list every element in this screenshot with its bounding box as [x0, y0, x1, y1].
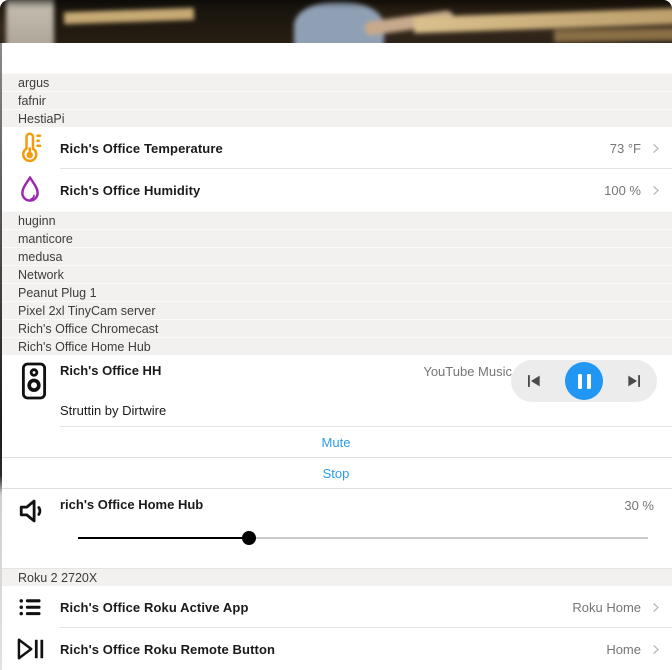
media-player-title: Rich's Office HH — [60, 363, 161, 378]
mute-label: Mute — [322, 435, 351, 450]
humidity-droplet-icon — [0, 174, 60, 206]
thermometer-icon — [0, 131, 60, 165]
entity-title: Rich's Office Temperature — [60, 141, 610, 156]
roku-active-app-value: Roku Home — [572, 600, 641, 615]
temperature-value: 73 °F — [610, 141, 641, 156]
skip-previous-button[interactable] — [523, 371, 543, 391]
entity-row-temperature[interactable]: Rich's Office Temperature 73 °F — [0, 127, 672, 169]
camera-image — [0, 0, 672, 43]
volume-slider-thumb[interactable] — [242, 531, 256, 545]
spacer — [0, 43, 672, 73]
skip-next-button[interactable] — [625, 371, 645, 391]
volume-slider[interactable] — [78, 531, 648, 545]
chevron-right-icon — [648, 600, 663, 615]
entity-title: Rich's Office Roku Remote Button — [60, 642, 606, 657]
mute-button[interactable]: Mute — [0, 427, 672, 458]
device-label: medusa — [18, 250, 62, 264]
volume-value: 30 % — [624, 498, 654, 513]
entity-row-roku-remote[interactable]: Rich's Office Roku Remote Button Home — [0, 628, 672, 670]
list-bulleted-icon — [0, 593, 60, 621]
device-label: Network — [18, 268, 64, 282]
device-row-manticore[interactable]: manticore — [0, 229, 672, 247]
device-row-peanut-plug[interactable]: Peanut Plug 1 — [0, 283, 672, 301]
volume-icon — [15, 494, 51, 528]
device-row-fafnir[interactable]: fafnir — [0, 91, 672, 109]
play-pause-icon — [0, 634, 60, 664]
pause-bar — [578, 374, 582, 389]
device-label: Peanut Plug 1 — [18, 286, 97, 300]
device-row-network[interactable]: Network — [0, 265, 672, 283]
device-row-argus[interactable]: argus — [0, 73, 672, 91]
device-row-office-chromecast[interactable]: Rich's Office Chromecast — [0, 319, 672, 337]
device-label: Rich's Office Home Hub — [18, 340, 151, 354]
chevron-right-icon — [648, 183, 663, 198]
media-app-name: YouTube Music — [423, 364, 512, 379]
device-label: argus — [18, 76, 49, 90]
stop-label: Stop — [323, 466, 350, 481]
device-row-roku[interactable]: Roku 2 2720X — [0, 568, 672, 586]
now-playing-track: Struttin by Dirtwire — [60, 403, 166, 418]
media-controls — [511, 360, 657, 402]
device-row-pixel-tinycam[interactable]: Pixel 2xl TinyCam server — [0, 301, 672, 319]
device-label: fafnir — [18, 94, 46, 108]
volume-title: rich's Office Home Hub — [60, 497, 203, 512]
roku-remote-value: Home — [606, 642, 641, 657]
device-label: Pixel 2xl TinyCam server — [18, 304, 156, 318]
chevron-right-icon — [648, 642, 663, 657]
stop-button[interactable]: Stop — [0, 458, 672, 489]
volume-slider-fill — [78, 537, 249, 539]
device-label: Roku 2 2720X — [18, 571, 97, 585]
humidity-value: 100 % — [604, 183, 641, 198]
device-label: HestiaPi — [18, 112, 65, 126]
device-label: manticore — [18, 232, 73, 246]
entity-title: Rich's Office Humidity — [60, 183, 604, 198]
device-label: Rich's Office Chromecast — [18, 322, 158, 336]
entity-row-roku-active-app[interactable]: Rich's Office Roku Active App Roku Home — [0, 586, 672, 628]
device-row-office-home-hub[interactable]: Rich's Office Home Hub — [0, 337, 672, 355]
device-row-hestiapi[interactable]: HestiaPi — [0, 109, 672, 127]
volume-row[interactable]: rich's Office Home Hub 30 % — [0, 489, 672, 568]
camera-snapshot[interactable] — [0, 0, 672, 43]
device-row-huginn[interactable]: huginn — [0, 211, 672, 229]
device-label: huginn — [18, 214, 56, 228]
speaker-icon — [17, 361, 51, 401]
window-left-edge — [0, 43, 2, 670]
pause-bar — [587, 374, 591, 389]
chevron-right-icon — [648, 141, 663, 156]
entity-row-humidity[interactable]: Rich's Office Humidity 100 % — [0, 169, 672, 211]
device-row-medusa[interactable]: medusa — [0, 247, 672, 265]
entity-title: Rich's Office Roku Active App — [60, 600, 572, 615]
pause-button[interactable] — [565, 362, 603, 400]
media-player-row[interactable]: Rich's Office HH YouTube Music Struttin … — [0, 355, 672, 427]
